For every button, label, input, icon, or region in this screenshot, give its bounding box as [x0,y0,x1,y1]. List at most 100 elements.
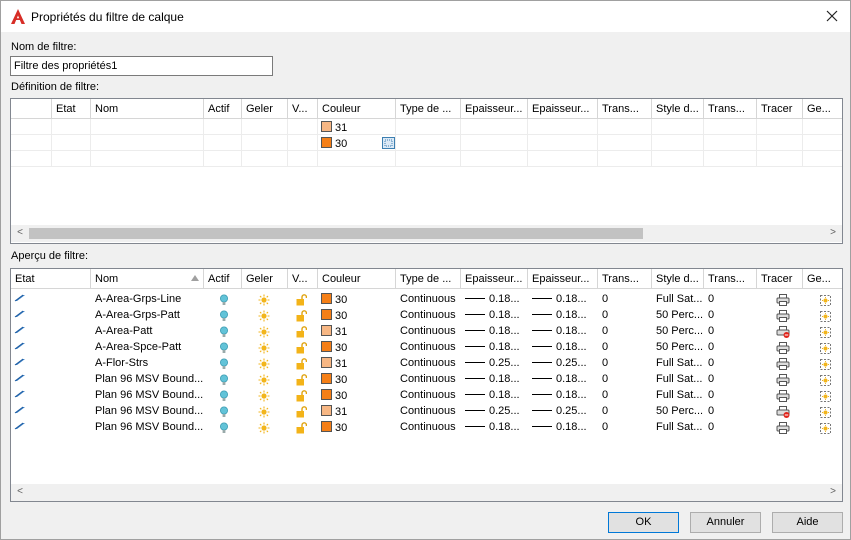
definition-cell[interactable] [598,135,652,151]
layer-color[interactable]: 30 [321,293,347,306]
definition-cell[interactable] [11,151,52,167]
new-viewport-freeze-icon[interactable] [819,374,832,387]
preview-table-row[interactable]: Plan 96 MSV Bound... 30 Continuous 0.18... 0… [11,371,842,387]
preview-table-row[interactable]: A-Area-Spce-Patt 30 Continuous 0.18... 0.18.… [11,339,842,355]
layer-status-icon[interactable] [14,358,26,366]
preview-column-header[interactable]: Epaisseur... [528,269,598,289]
preview-table-row[interactable]: Plan 96 MSV Bound... 30 Continuous 0.18... 0… [11,419,842,435]
definition-column-header[interactable]: Ge... [803,99,842,119]
lightbulb-icon[interactable] [219,374,229,386]
preview-table-row[interactable]: Plan 96 MSV Bound... 30 Continuous 0.18... 0… [11,387,842,403]
definition-cell[interactable] [803,119,842,135]
layer-color[interactable]: 31 [321,405,347,418]
filter-definition-grid[interactable]: Etat Nom Actif Geler V... Couleur Type de ... E… [10,98,843,244]
definition-cell[interactable] [652,151,704,167]
definition-cell[interactable] [204,151,242,167]
unlock-icon[interactable] [296,390,307,402]
unlock-icon[interactable] [296,358,307,370]
scroll-right-icon[interactable]: > [826,485,840,499]
definition-column-header[interactable]: Nom [91,99,204,119]
definition-column-header[interactable]: Epaisseur... [528,99,598,119]
definition-cell[interactable] [288,151,318,167]
definition-column-header[interactable]: Couleur [318,99,396,119]
definition-color-value[interactable]: 31 [321,121,347,134]
preview-column-header[interactable]: Trans... [704,269,757,289]
layer-status-icon[interactable] [14,342,26,350]
preview-column-header[interactable]: Type de ... [396,269,461,289]
layer-status-icon[interactable] [14,326,26,334]
sun-icon[interactable] [258,422,270,434]
layer-status-icon[interactable] [14,422,26,430]
preview-column-header[interactable]: Ge... [803,269,842,289]
definition-cell[interactable] [91,135,204,151]
definition-cell[interactable] [318,151,396,167]
definition-cell[interactable] [288,119,318,135]
scroll-right-icon[interactable]: > [826,226,840,240]
lightbulb-icon[interactable] [219,390,229,402]
definition-cell[interactable] [704,119,757,135]
new-viewport-freeze-icon[interactable] [819,342,832,355]
layer-color[interactable]: 30 [321,309,347,322]
layer-color[interactable]: 31 [321,325,347,338]
preview-table-row[interactable]: A-Flor-Strs 31 Continuous 0.25... 0.25... 0 Fu… [11,355,842,371]
preview-column-header[interactable]: Actif [204,269,242,289]
definition-cell[interactable] [11,119,52,135]
help-button[interactable]: Aide [772,512,843,533]
layer-status-icon[interactable] [14,310,26,318]
definition-horizontal-scrollbar[interactable]: < > [11,225,842,242]
new-viewport-freeze-icon[interactable] [819,294,832,307]
new-viewport-freeze-icon[interactable] [819,358,832,371]
definition-cell[interactable] [757,135,803,151]
layer-color[interactable]: 31 [321,357,347,370]
definition-cell[interactable] [652,135,704,151]
scroll-left-icon[interactable]: < [13,226,27,240]
definition-cell[interactable] [803,135,842,151]
definition-cell[interactable] [204,135,242,151]
layer-status-icon[interactable] [14,374,26,382]
sun-icon[interactable] [258,294,270,306]
definition-cell[interactable] [242,151,288,167]
lightbulb-icon[interactable] [219,310,229,322]
unlock-icon[interactable] [296,406,307,418]
definition-cell[interactable] [204,119,242,135]
definition-column-header[interactable]: Actif [204,99,242,119]
definition-cell[interactable] [396,135,461,151]
preview-column-header[interactable]: Epaisseur... [461,269,528,289]
sun-icon[interactable] [258,326,270,338]
new-viewport-freeze-icon[interactable] [819,310,832,323]
preview-column-header[interactable]: Geler [242,269,288,289]
preview-column-header[interactable]: Style d... [652,269,704,289]
preview-column-header[interactable]: Tracer [757,269,803,289]
lightbulb-icon[interactable] [219,294,229,306]
definition-cell[interactable] [461,151,528,167]
printer-icon[interactable] [776,422,790,434]
sun-icon[interactable] [258,342,270,354]
definition-cell[interactable] [396,119,461,135]
definition-cell[interactable] [91,119,204,135]
layer-color[interactable]: 30 [321,373,347,386]
definition-column-header[interactable]: V... [288,99,318,119]
sun-icon[interactable] [258,390,270,402]
printer-off-icon[interactable] [776,326,790,338]
preview-column-header[interactable]: Couleur [318,269,396,289]
sun-icon[interactable] [258,374,270,386]
definition-cell[interactable] [461,135,528,151]
unlock-icon[interactable] [296,294,307,306]
layer-status-icon[interactable] [14,406,26,414]
lightbulb-icon[interactable] [219,326,229,338]
new-viewport-freeze-icon[interactable] [819,422,832,435]
definition-cell[interactable] [704,151,757,167]
definition-cell[interactable] [11,135,52,151]
sun-icon[interactable] [258,406,270,418]
definition-cell[interactable] [52,135,91,151]
definition-cell[interactable] [461,119,528,135]
definition-cell[interactable] [528,119,598,135]
lightbulb-icon[interactable] [219,358,229,370]
new-viewport-freeze-icon[interactable] [819,390,832,403]
lightbulb-icon[interactable] [219,342,229,354]
definition-column-header[interactable]: Trans... [704,99,757,119]
layer-status-icon[interactable] [14,294,26,302]
definition-cell[interactable] [52,119,91,135]
definition-cell[interactable] [91,151,204,167]
new-viewport-freeze-icon[interactable] [819,406,832,419]
